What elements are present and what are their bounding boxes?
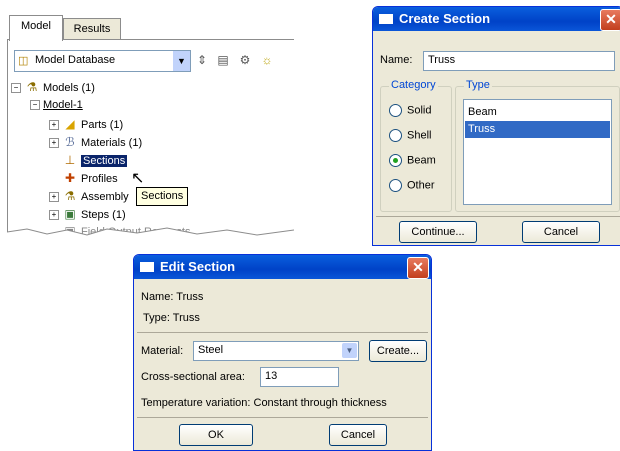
assembly-icon: ⚗ [64,189,76,203]
close-icon[interactable]: ✕ [600,9,620,31]
name-label: Name: [380,54,413,66]
tree-item-steps[interactable]: + ▣ Steps (1) [49,205,126,223]
type-group-label: Type [464,79,492,91]
tree-item-label: Parts (1) [81,119,124,131]
name-field[interactable]: Truss [423,51,615,71]
radio-circle[interactable] [389,104,402,117]
tree-tabs: Model Results [7,4,294,41]
cancel-button[interactable]: Cancel [329,424,387,446]
window-icon [379,14,393,24]
temperature-variation-line: Temperature variation: Constant through … [141,397,387,409]
database-icon: ◫ [18,55,29,67]
radio-solid[interactable]: Solid [389,104,431,117]
button-divider [137,417,428,418]
filter-icon[interactable]: ⚙ [236,51,254,69]
tab-model[interactable]: Model [9,15,63,41]
create-section-titlebar: Create Section ✕ [373,7,620,31]
tree-item-model-1[interactable]: − Model-1 [30,96,83,114]
create-section-body: Name: Truss Category Solid Shell Beam Ot… [376,31,620,243]
dialog-title: Create Section [399,11,491,26]
ok-button[interactable]: OK [179,424,253,446]
expand-icon[interactable]: + [49,138,59,149]
tree-body: ◫ Model Database ▼ ⇕ ▤ ⚙ ☼ − ⚗ Models (1) … [7,40,294,242]
material-label: Material: [141,345,184,357]
edit-section-titlebar: Edit Section ✕ [134,255,431,279]
button-divider [376,216,620,217]
tooltip: Sections [136,187,189,206]
material-select[interactable]: Steel ▼ [193,341,359,361]
tree-item-models[interactable]: − ⚗ Models (1) [11,78,95,96]
radio-circle[interactable] [389,129,402,142]
cancel-button[interactable]: Cancel [522,221,600,243]
collapse-icon[interactable]: − [11,83,21,94]
radio-other[interactable]: Other [389,179,435,192]
window-icon [140,262,154,272]
area-label: Cross-sectional area: [141,371,245,383]
tree-item-assembly[interactable]: + ⚗ Assembly [49,187,129,205]
name-value: Truss [428,54,456,66]
type-list-item-truss[interactable]: Truss [465,121,610,138]
expand-icon[interactable]: + [49,120,59,131]
radio-label: Solid [407,104,432,117]
category-group: Category Solid Shell Beam Other [380,79,452,212]
models-icon: ⚗ [26,80,38,94]
edit-section-body: Name: Truss Type: Truss Material: Steel … [137,279,428,447]
lightbulb-icon[interactable]: ☼ [258,51,276,69]
tree-item-materials[interactable]: + ℬ Materials (1) [49,133,142,151]
tree-item-profiles[interactable]: ✚ Profiles [62,169,118,187]
area-field[interactable]: 13 [260,367,339,387]
steps-icon: ▣ [64,207,76,221]
divider [137,332,428,333]
tree-item-label: Models (1) [43,82,95,94]
parts-icon: ◢ [65,117,75,131]
radio-label: Beam [407,154,436,167]
material-value: Steel [198,344,224,356]
tree-item-label: Assembly [81,191,129,203]
up-down-arrows-icon[interactable]: ⇕ [193,51,211,69]
database-select-value: Model Database [35,54,116,66]
type-group: Type Beam Truss [455,79,620,212]
tree-item-label: Sections [81,155,128,167]
tree-item-label: Materials (1) [81,137,143,149]
sections-icon: ⊥ [64,153,76,167]
radio-shell[interactable]: Shell [389,129,431,142]
section-name-line: Name: Truss [141,291,204,303]
create-section-dialog: Create Section ✕ Name: Truss Category So… [372,6,620,246]
tree-item-parts[interactable]: + ◢ Parts (1) [49,115,123,133]
type-list-item-beam[interactable]: Beam [465,104,610,121]
profiles-icon: ✚ [64,171,76,185]
expand-icon[interactable]: + [49,192,59,203]
tree-item-label: Model-1 [43,99,83,111]
materials-icon: ℬ [65,135,75,149]
tree-item-sections[interactable]: ⊥ Sections [62,151,128,169]
torn-edge [7,224,294,242]
database-select[interactable]: ◫ Model Database ▼ [14,50,191,72]
mouse-pointer-icon: ↖ [131,170,145,187]
folder-up-icon[interactable]: ▤ [214,51,232,69]
radio-beam[interactable]: Beam [389,154,436,167]
radio-circle-selected[interactable] [389,154,402,167]
edit-section-dialog: Edit Section ✕ Name: Truss Type: Truss M… [133,254,432,451]
radio-circle[interactable] [389,179,402,192]
chevron-down-icon[interactable]: ▼ [173,51,190,71]
radio-label: Shell [407,129,432,142]
collapse-icon[interactable]: − [30,100,40,111]
chevron-down-icon[interactable]: ▼ [342,343,357,358]
radio-label: Other [407,179,435,192]
model-tree-panel: Model Results ◫ Model Database ▼ ⇕ ▤ ⚙ ☼… [7,4,294,242]
tab-results[interactable]: Results [63,18,121,39]
continue-button[interactable]: Continue... [399,221,477,243]
type-list[interactable]: Beam Truss [463,99,612,205]
close-icon[interactable]: ✕ [407,257,429,279]
category-group-label: Category [389,79,438,91]
section-type-line: Type: Truss [143,312,200,324]
dialog-title: Edit Section [160,259,236,274]
area-value: 13 [265,370,278,382]
create-material-button[interactable]: Create... [369,340,427,362]
tree-item-label: Steps (1) [81,209,126,221]
tree-item-label: Profiles [81,173,118,185]
expand-icon[interactable]: + [49,210,59,221]
